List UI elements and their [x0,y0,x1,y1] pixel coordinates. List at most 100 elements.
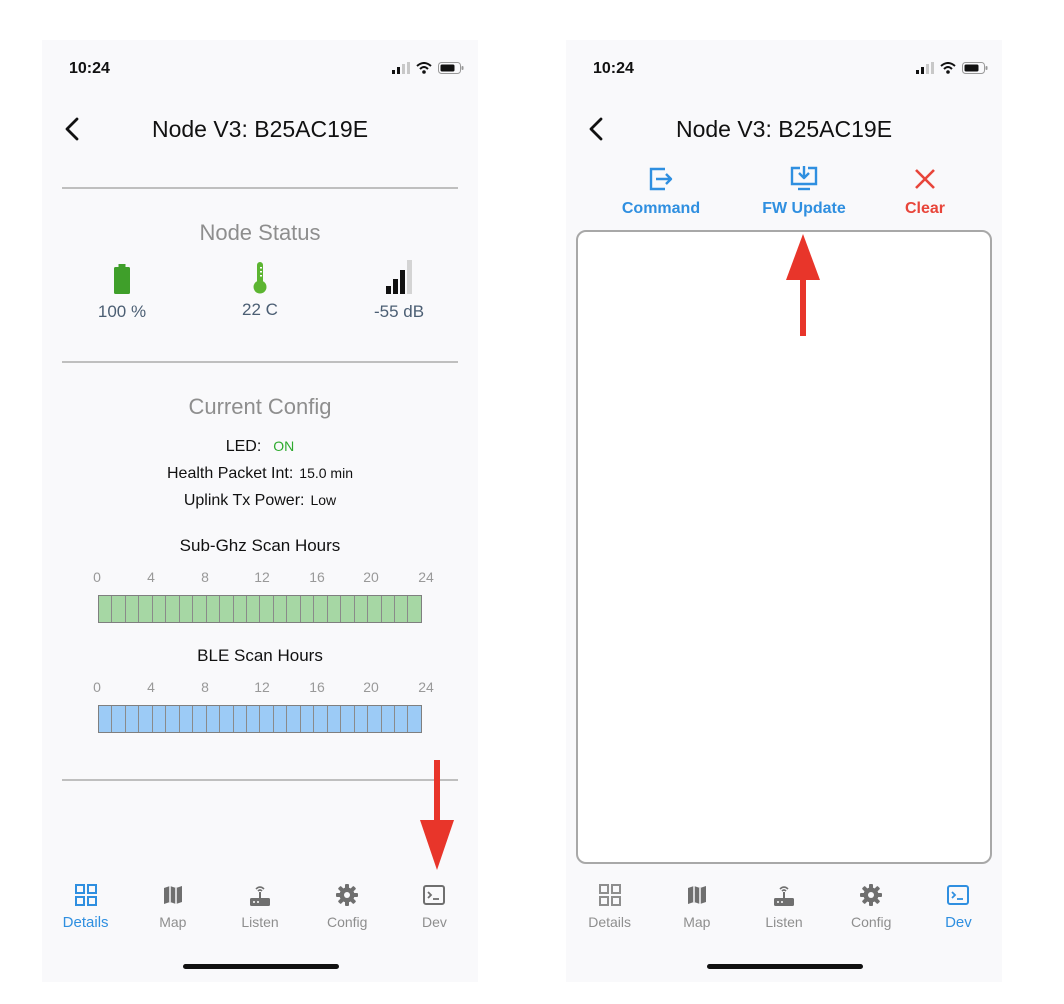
health-packet-row: Health Packet Int: 15.0 min [42,465,478,483]
tab-label: Details [62,914,109,931]
command-label: Command [621,200,701,217]
tab-listen[interactable]: Listen [740,874,827,944]
router-icon [250,886,270,906]
ble-scan-hours-bar [98,705,422,733]
thermometer-icon [253,262,267,294]
terminal-icon [947,885,970,905]
scan-hour-cell [220,706,234,732]
scan-hour-cell [381,596,395,622]
scan-hour-cell [139,596,153,622]
health-packet-label: Health Packet Int: [167,465,294,482]
page-title: Node V3: B25AC19E [151,116,369,142]
scan-hour-cell [112,706,126,732]
scan-hour-cell [220,596,234,622]
status-icons [392,62,464,74]
battery-icon [114,264,130,294]
scan-hour-cell [341,596,355,622]
map-icon [163,886,182,904]
hour-tick: 16 [309,679,325,695]
hour-tick: 0 [93,569,101,585]
led-label: LED: [225,438,262,455]
clear-label: Clear [904,200,946,217]
scan-hour-cell [327,706,342,732]
annotation-arrow-up [786,234,820,336]
fw-update-button[interactable]: FW Update [749,162,859,218]
grid-icon [598,884,621,906]
scan-hour-cell [287,706,301,732]
scan-hour-cell [193,706,207,732]
tab-config[interactable]: Config [828,874,915,944]
temperature-stat: 22 C [200,260,320,320]
scan-hour-cell [408,596,421,622]
subghz-scan-title: Sub-Ghz Scan Hours [179,536,341,555]
health-packet-value: 15.0 min [299,465,353,481]
annotation-arrow-down [420,760,454,870]
battery-value: 100 % [97,302,147,321]
scan-hour-cell [354,706,369,732]
tab-dev[interactable]: Dev [915,874,1002,944]
scan-hour-cell [354,596,369,622]
scan-hour-cell [125,596,140,622]
scan-hour-cell [368,596,382,622]
tab-label: Map [159,914,187,930]
tab-label: Listen [765,914,803,930]
scan-hour-cell [260,596,274,622]
node-status-title: Node Status [199,220,321,245]
tab-listen[interactable]: Listen [216,874,303,944]
status-time: 10:24 [593,60,634,77]
temperature-value: 22 C [242,300,278,319]
hour-tick: 24 [418,569,434,585]
divider [62,779,458,781]
battery-status-icon [962,62,988,74]
command-button[interactable]: Command [616,162,706,218]
tab-label: Map [683,914,711,930]
scan-hour-cell [206,706,221,732]
status-icons [916,62,988,74]
scan-hour-cell [206,596,221,622]
hour-tick: 20 [363,569,379,585]
ble-scan-title: BLE Scan Hours [197,646,323,665]
download-monitor-icon [790,166,818,191]
scan-hour-cell [233,596,247,622]
fw-update-label: FW Update [762,200,846,217]
gear-icon [336,884,359,906]
tab-config[interactable]: Config [304,874,391,944]
scan-hour-cell [166,596,180,622]
scan-hour-cell [233,706,247,732]
scan-hour-cell [300,596,315,622]
scan-hour-cell [300,706,315,732]
tab-label: Details [588,914,631,930]
hour-tick: 20 [363,679,379,695]
scan-hour-cell [179,706,194,732]
scan-hour-cell [341,706,355,732]
status-time: 10:24 [69,60,110,77]
wifi-icon [416,62,432,74]
scan-hour-cell [139,706,153,732]
home-indicator [183,964,339,969]
scan-hour-cell [193,596,207,622]
tab-dev[interactable]: Dev [391,874,478,944]
hour-tick: 12 [254,569,270,585]
hour-tick: 0 [93,679,101,695]
tab-label: Config [850,914,892,930]
divider [62,361,458,363]
scan-hour-cell [314,706,328,732]
gear-icon [860,884,883,906]
tab-details[interactable]: Details [42,874,129,944]
divider [62,187,458,189]
router-icon [774,886,794,906]
tab-bar: Details Map Listen Config Dev [566,874,1002,944]
phone-screen-dev: 10:24 Node V3: B25AC19E Command FW Updat… [566,40,1002,982]
scan-hour-cell [246,596,261,622]
tab-map[interactable]: Map [653,874,740,944]
scan-hour-cell [273,596,288,622]
led-value: ON [273,438,295,454]
tab-details[interactable]: Details [566,874,653,944]
clear-button[interactable]: Clear [890,162,960,218]
cellular-signal-icon [392,62,410,74]
battery-status-icon [438,62,464,74]
tab-map[interactable]: Map [129,874,216,944]
tab-bar: Details Map Listen Config Dev [42,874,478,944]
uplink-power-label: Uplink Tx Power: [183,492,305,509]
scan-hour-cell [368,706,382,732]
